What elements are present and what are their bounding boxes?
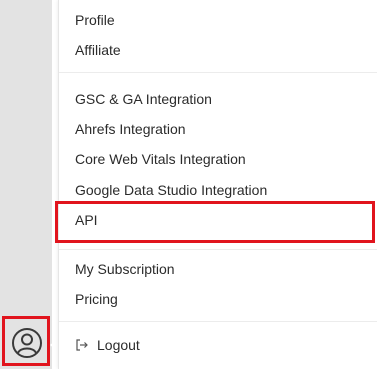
user-avatar-button[interactable] — [2, 316, 50, 366]
left-sidebar-rail — [0, 0, 52, 369]
menu-item-ahrefs-integration[interactable]: Ahrefs Integration — [75, 120, 186, 138]
menu-item-my-subscription[interactable]: My Subscription — [75, 260, 175, 278]
menu-item-google-data-studio-integration[interactable]: Google Data Studio Integration — [75, 181, 267, 199]
user-circle-icon — [12, 328, 42, 358]
menu-item-pricing[interactable]: Pricing — [75, 290, 118, 308]
menu-item-affiliate[interactable]: Affiliate — [75, 41, 121, 59]
logout-label: Logout — [97, 337, 140, 353]
menu-item-api[interactable]: API — [75, 211, 98, 229]
menu-item-profile[interactable]: Profile — [75, 11, 115, 29]
menu-item-core-web-vitals-integration[interactable]: Core Web Vitals Integration — [75, 150, 246, 168]
logout-icon — [76, 339, 88, 351]
account-dropdown-menu: Profile Affiliate GSC & GA Integration A… — [58, 0, 377, 369]
menu-divider — [59, 249, 377, 250]
logout-button[interactable]: Logout — [75, 337, 140, 353]
app-stage: Profile Affiliate GSC & GA Integration A… — [0, 0, 377, 369]
menu-item-gsc-ga-integration[interactable]: GSC & GA Integration — [75, 90, 212, 108]
menu-divider — [59, 321, 377, 322]
menu-pointer-caret — [50, 340, 56, 350]
menu-divider — [59, 72, 377, 73]
